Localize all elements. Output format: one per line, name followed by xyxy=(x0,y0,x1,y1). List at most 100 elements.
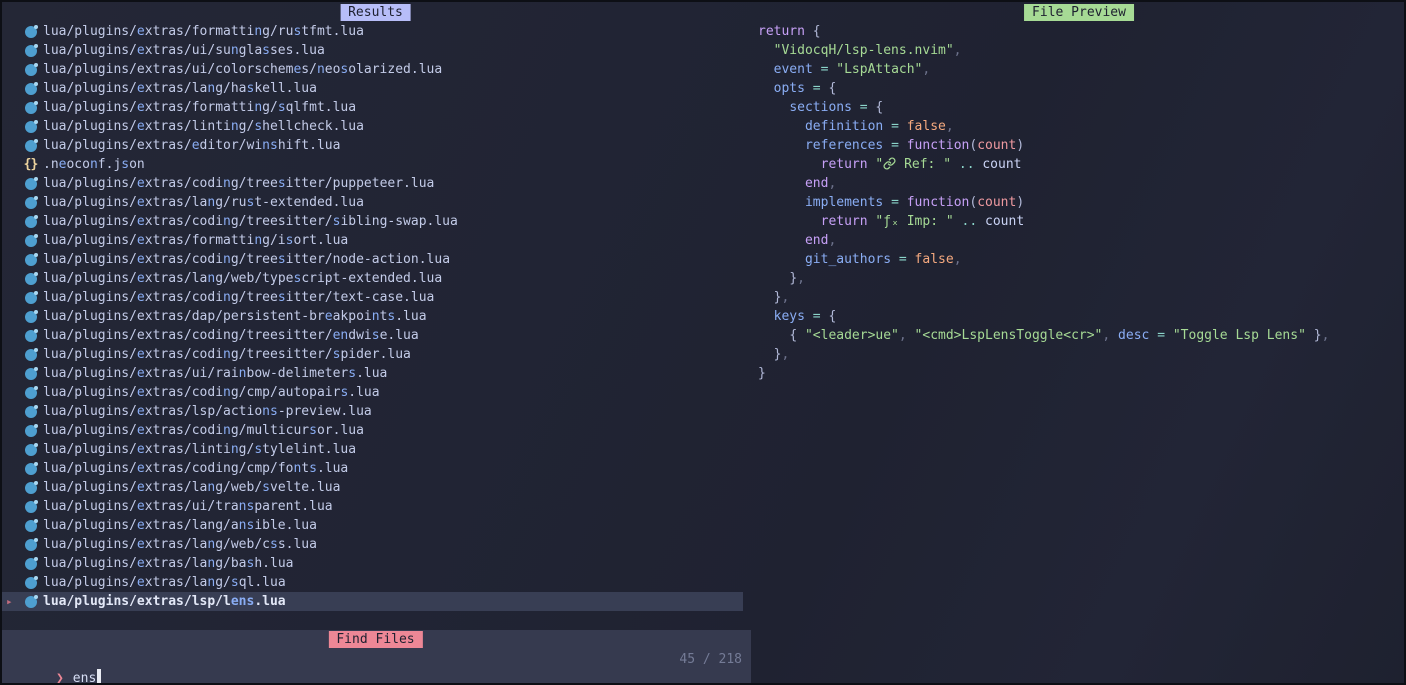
prompt-query: ens xyxy=(73,671,96,685)
prompt-caret-icon: ❯ xyxy=(56,671,64,685)
result-path: lua/plugins/extras/coding/treesitter/end… xyxy=(43,326,419,345)
code-line: }, xyxy=(758,269,1329,288)
lua-icon xyxy=(24,577,37,589)
result-row[interactable]: lua/plugins/extras/lang/bash.lua xyxy=(0,554,743,573)
result-path: lua/plugins/extras/formatting/isort.lua xyxy=(43,231,348,250)
result-row[interactable]: lua/plugins/extras/coding/cmp/autopairs.… xyxy=(0,383,743,402)
result-path: lua/plugins/extras/coding/cmp/autopairs.… xyxy=(43,383,380,402)
lua-icon xyxy=(24,406,37,418)
result-row[interactable]: lua/plugins/extras/coding/cmp/fonts.lua xyxy=(0,459,743,478)
prompt-bar: Find Files ❯ens 45 / 218 xyxy=(0,630,751,685)
result-row[interactable]: lua/plugins/extras/ui/sunglasses.lua xyxy=(0,41,743,60)
code-line: "VidocqH/lsp-lens.nvim", xyxy=(758,41,1329,60)
json-icon: {} xyxy=(24,155,37,174)
result-path: lua/plugins/extras/lang/sql.lua xyxy=(43,573,286,592)
result-path: lua/plugins/extras/coding/treesitter/tex… xyxy=(43,288,434,307)
result-path: lua/plugins/extras/lsp/actions-preview.l… xyxy=(43,402,372,421)
lua-icon xyxy=(24,197,37,209)
lua-icon xyxy=(24,178,37,190)
result-path: lua/plugins/extras/ui/colorschemes/neoso… xyxy=(43,60,442,79)
prompt-input[interactable]: ❯ens xyxy=(9,650,101,669)
selection-caret-icon: ▸ xyxy=(0,592,24,611)
lua-icon xyxy=(24,596,37,608)
result-row[interactable]: lua/plugins/extras/formatting/sqlfmt.lua xyxy=(0,98,743,117)
result-row[interactable]: lua/plugins/extras/lang/web/svelte.lua xyxy=(0,478,743,497)
code-line: implements = function(count) xyxy=(758,193,1329,212)
result-row[interactable]: lua/plugins/extras/coding/treesitter/pup… xyxy=(0,174,743,193)
result-row[interactable]: lua/plugins/extras/coding/treesitter/end… xyxy=(0,326,743,345)
result-row[interactable]: lua/plugins/extras/lang/web/typescript-e… xyxy=(0,269,743,288)
lua-icon xyxy=(24,254,37,266)
lua-icon xyxy=(24,558,37,570)
result-row[interactable]: lua/plugins/extras/ui/rainbow-delimeters… xyxy=(0,364,743,383)
lua-icon xyxy=(24,387,37,399)
lua-icon xyxy=(24,368,37,380)
result-path: lua/plugins/extras/coding/treesitter/spi… xyxy=(43,345,411,364)
lua-icon xyxy=(24,330,37,342)
code-line: return { xyxy=(758,22,1329,41)
lua-icon xyxy=(24,349,37,361)
result-row[interactable]: lua/plugins/extras/lang/web/css.lua xyxy=(0,535,743,554)
result-path: .neoconf.json xyxy=(43,155,145,174)
lua-icon xyxy=(24,520,37,532)
results-title-badge: Results xyxy=(340,4,411,21)
result-row[interactable]: lua/plugins/extras/formatting/isort.lua xyxy=(0,231,743,250)
result-row[interactable]: lua/plugins/extras/linting/stylelint.lua xyxy=(0,440,743,459)
result-path: lua/plugins/extras/dap/persistent-breakp… xyxy=(43,307,427,326)
code-line: opts = { xyxy=(758,79,1329,98)
lua-icon xyxy=(24,273,37,285)
result-row[interactable]: lua/plugins/extras/lang/ansible.lua xyxy=(0,516,743,535)
result-path: lua/plugins/extras/lsp/lens.lua xyxy=(43,592,286,611)
code-line: keys = { xyxy=(758,307,1329,326)
text-cursor-icon xyxy=(97,669,101,684)
result-path: lua/plugins/extras/lang/web/typescript-e… xyxy=(43,269,442,288)
code-block: return { "VidocqH/lsp-lens.nvim", event … xyxy=(758,22,1329,383)
result-row[interactable]: {} .neoconf.json xyxy=(0,155,743,174)
code-line: end, xyxy=(758,174,1329,193)
lua-icon xyxy=(24,64,37,76)
result-row[interactable]: lua/plugins/extras/linting/shellcheck.lu… xyxy=(0,117,743,136)
result-row[interactable]: lua/plugins/extras/lang/rust-extended.lu… xyxy=(0,193,743,212)
result-row[interactable]: lua/plugins/extras/lang/haskell.lua xyxy=(0,79,743,98)
result-row[interactable]: lua/plugins/extras/coding/treesitter/spi… xyxy=(0,345,743,364)
result-row[interactable]: lua/plugins/extras/ui/transparent.lua xyxy=(0,497,743,516)
preview-title-badge: File Preview xyxy=(1024,4,1134,21)
results-counter: 45 / 218 xyxy=(679,650,742,669)
result-path: lua/plugins/extras/ui/rainbow-delimeters… xyxy=(43,364,387,383)
result-path: lua/plugins/extras/lang/bash.lua xyxy=(43,554,293,573)
result-row[interactable]: lua/plugins/extras/coding/multicursor.lu… xyxy=(0,421,743,440)
result-row-selected[interactable]: ▸ lua/plugins/extras/lsp/lens.lua xyxy=(0,592,743,611)
preview-panel: File Preview return { "VidocqH/lsp-lens.… xyxy=(752,0,1406,685)
result-path: lua/plugins/extras/coding/treesitter/nod… xyxy=(43,250,450,269)
result-path: lua/plugins/extras/lang/rust-extended.lu… xyxy=(43,193,364,212)
result-path: lua/plugins/extras/linting/stylelint.lua xyxy=(43,440,356,459)
result-path: lua/plugins/extras/lang/web/svelte.lua xyxy=(43,478,340,497)
result-row[interactable]: lua/plugins/extras/ui/colorschemes/neoso… xyxy=(0,60,743,79)
lua-icon xyxy=(24,501,37,513)
result-row[interactable]: lua/plugins/extras/lang/sql.lua xyxy=(0,573,743,592)
lua-icon xyxy=(24,26,37,38)
result-path: lua/plugins/extras/coding/treesitter/pup… xyxy=(43,174,434,193)
code-line: return " Ref: " .. count xyxy=(758,155,1329,174)
result-row[interactable]: lua/plugins/extras/coding/treesitter/sib… xyxy=(0,212,743,231)
result-row[interactable]: lua/plugins/extras/dap/persistent-breakp… xyxy=(0,307,743,326)
results-panel: Results lua/plugins/extras/formatting/ru… xyxy=(0,0,751,630)
lua-icon xyxy=(24,539,37,551)
result-path: lua/plugins/extras/coding/cmp/fonts.lua xyxy=(43,459,348,478)
result-row[interactable]: lua/plugins/extras/editor/winshift.lua xyxy=(0,136,743,155)
result-row[interactable]: lua/plugins/extras/formatting/rustfmt.lu… xyxy=(0,22,743,41)
code-line: event = "LspAttach", xyxy=(758,60,1329,79)
result-row[interactable]: lua/plugins/extras/lsp/actions-preview.l… xyxy=(0,402,743,421)
result-row[interactable]: lua/plugins/extras/coding/treesitter/nod… xyxy=(0,250,743,269)
lua-icon xyxy=(24,121,37,133)
result-row[interactable]: lua/plugins/extras/coding/treesitter/tex… xyxy=(0,288,743,307)
result-path: lua/plugins/extras/linting/shellcheck.lu… xyxy=(43,117,364,136)
result-path: lua/plugins/extras/formatting/rustfmt.lu… xyxy=(43,22,364,41)
code-line: sections = { xyxy=(758,98,1329,117)
results-list: lua/plugins/extras/formatting/rustfmt.lu… xyxy=(0,22,751,611)
lua-icon xyxy=(24,482,37,494)
prompt-title-badge: Find Files xyxy=(328,631,422,648)
lua-icon xyxy=(24,235,37,247)
code-line: }, xyxy=(758,288,1329,307)
result-path: lua/plugins/extras/lang/ansible.lua xyxy=(43,516,317,535)
